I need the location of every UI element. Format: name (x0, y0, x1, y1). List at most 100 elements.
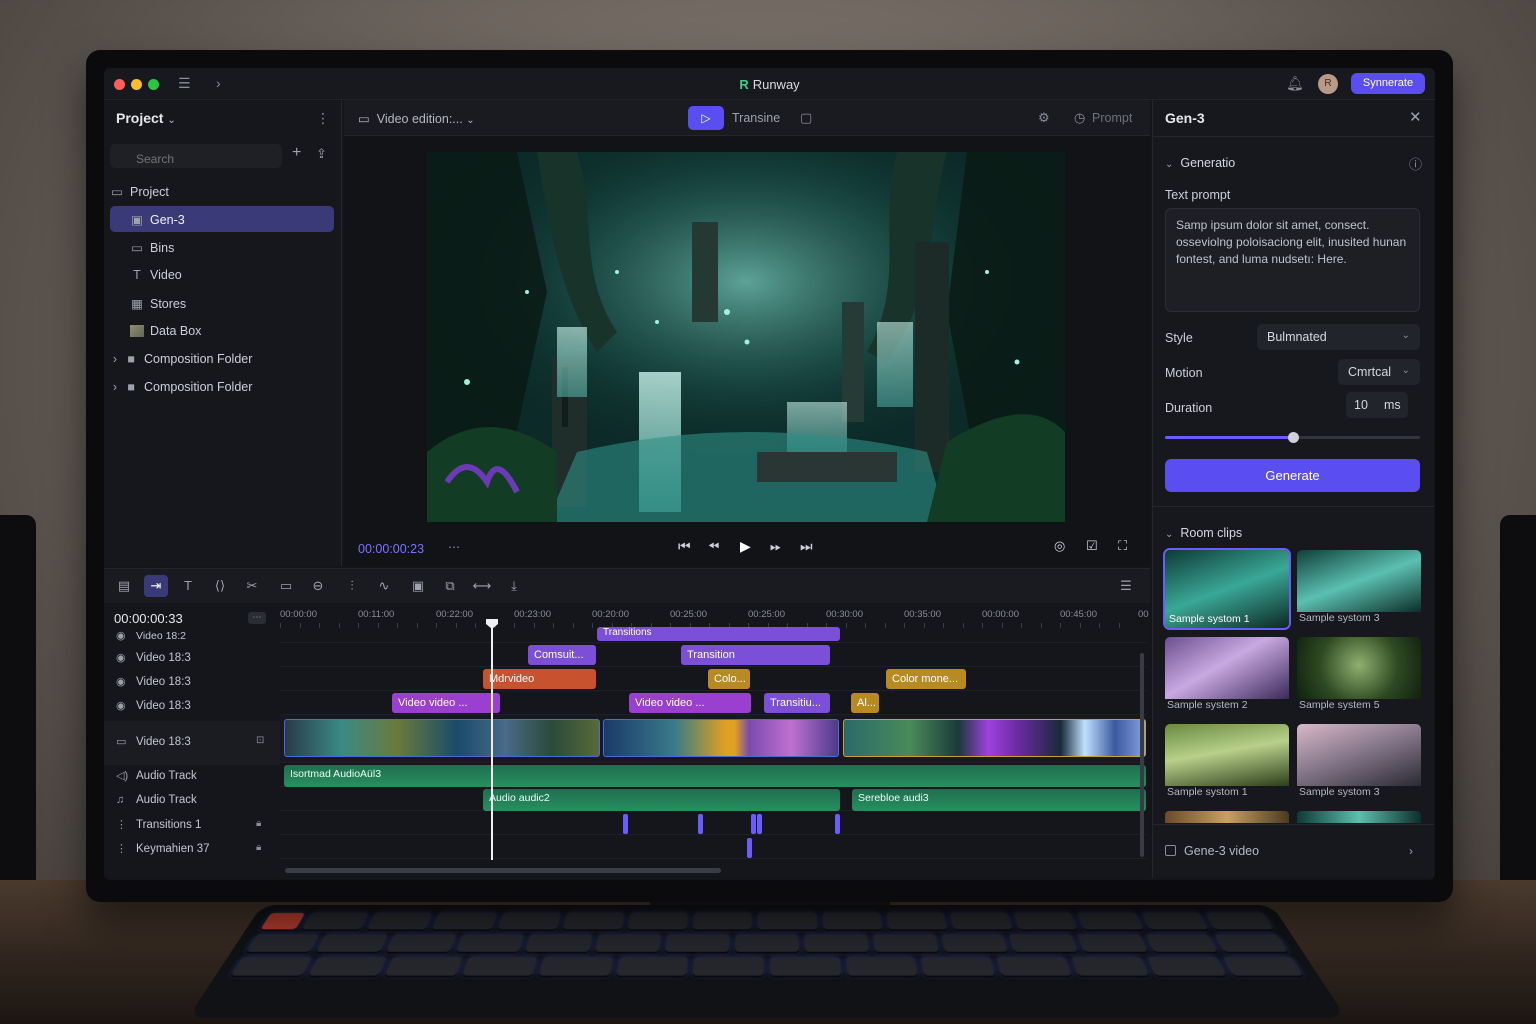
transition-marker[interactable] (751, 814, 756, 834)
room-clip-card[interactable]: Sample system 2 (1165, 637, 1289, 715)
playhead[interactable] (491, 623, 493, 860)
timeline-clip[interactable]: Video video ... (392, 693, 500, 713)
tree-item-bins[interactable]: ▭ Bins (110, 234, 334, 260)
track-header[interactable]: ◁) Audio Track (104, 769, 280, 782)
audio-clip[interactable]: Audio audic2 (483, 789, 840, 811)
track-header[interactable]: ◉ Video 18:3 (104, 699, 280, 712)
lock-icon[interactable]: ⊡ (256, 735, 264, 746)
camera-icon[interactable]: ◎ (1054, 538, 1065, 554)
generation-section-toggle[interactable]: ⌄ Generatio (1165, 156, 1235, 170)
speaker-icon[interactable]: ◁) (116, 769, 130, 782)
link-tool-icon[interactable]: ⊖ (306, 575, 330, 597)
timeline-clip[interactable]: Color mone... (886, 669, 966, 689)
chevron-right-icon[interactable]: › (1409, 844, 1413, 858)
eye-icon[interactable]: ◉ (116, 629, 130, 641)
room-clip-card[interactable]: Sample systom 3 (1297, 550, 1421, 628)
track-header[interactable]: ◉ Video 18:2 (104, 629, 280, 641)
eye-icon[interactable]: ◉ (116, 651, 130, 664)
chevron-right-icon[interactable]: › (110, 380, 120, 394)
skip-back-icon[interactable]: ⏮︎ (678, 538, 691, 555)
tree-item-project[interactable]: ▭ Project (110, 178, 334, 204)
room-clip-card[interactable]: Sample systom 1 (1165, 724, 1289, 802)
import-icon[interactable]: ⇪ (316, 146, 327, 162)
eye-icon[interactable]: ◉ (116, 675, 130, 688)
synnerate-button[interactable]: Synnerate (1351, 73, 1425, 94)
video-preview[interactable] (427, 152, 1065, 522)
tree-item-stores[interactable]: ▦ Stores (110, 290, 334, 316)
curve-tool-icon[interactable]: ∿ (372, 575, 396, 597)
play-button-icon[interactable]: ▶ (740, 538, 751, 555)
style-select[interactable]: Bulmnated ⌄ (1257, 324, 1420, 350)
tree-item-video[interactable]: T Video (110, 262, 334, 288)
tree-item-composition-folder-2[interactable]: › ■ Composition Folder (110, 374, 334, 400)
close-icon[interactable]: ✕ (1409, 108, 1422, 126)
video-clip-thumbnail-strip[interactable] (603, 719, 839, 757)
transition-marker[interactable] (835, 814, 840, 834)
transport-tab[interactable]: Transine (732, 111, 780, 125)
duration-field[interactable]: 10 ms (1346, 392, 1408, 418)
trim-tool-icon[interactable]: ⟨⟩ (208, 575, 232, 597)
timeline-horizontal-scrollbar[interactable] (285, 868, 721, 873)
layers-tool-icon[interactable]: ⧉ (438, 575, 462, 597)
room-clip-card[interactable]: Sample system 5 (1297, 637, 1421, 715)
fast-forward-icon[interactable]: ⏩︎ (770, 538, 781, 555)
transition-marker[interactable] (757, 814, 762, 834)
video-clip-thumbnail-strip[interactable] (843, 719, 1146, 757)
timeline-vertical-scrollbar[interactable] (1140, 653, 1144, 857)
more-horizontal-icon[interactable]: ⋯ (448, 540, 460, 554)
bell-icon[interactable]: 🔔︎ (1286, 75, 1304, 92)
track-header[interactable]: ♫ Audio Track (104, 794, 280, 806)
lock-icon[interactable]: 🔒︎ (256, 818, 261, 829)
avatar[interactable]: R (1318, 74, 1338, 94)
audio-clip[interactable]: Serebloe audi3 (852, 789, 1146, 811)
text-prompt-input[interactable]: Samp ipsum dolor sit amet, consect. osse… (1165, 208, 1420, 312)
marker-tool-icon[interactable]: ⟷ (470, 575, 494, 597)
transition-marker[interactable] (623, 814, 628, 834)
frame-tool-icon[interactable]: ▭ (274, 575, 298, 597)
rewind-icon[interactable]: ⏪︎ (708, 538, 719, 555)
text-tool-icon[interactable]: T (176, 575, 200, 597)
timeline-clip[interactable]: Colo... (708, 669, 750, 689)
room-clips-toggle[interactable]: ⌄ Room clips (1165, 526, 1242, 540)
frame-icon[interactable]: ▢ (800, 110, 812, 126)
track-header[interactable]: ▭ Video 18:3 ⊡ (104, 721, 280, 765)
keyframe-marker[interactable] (747, 838, 752, 858)
lock-icon[interactable]: 🔒︎ (256, 842, 261, 853)
checkbox[interactable] (1165, 845, 1176, 856)
split-tool-icon[interactable]: ⫶ (340, 575, 364, 597)
audio-clip[interactable]: Isortmad AudioAül3 (284, 765, 1146, 787)
room-clip-card[interactable]: Sample systom 1 (1165, 550, 1289, 628)
video-clip-thumbnail-strip[interactable] (284, 719, 600, 757)
timeline-clip[interactable]: Transitiu... (764, 693, 830, 713)
track-header[interactable]: ⋮ Keymahien 37 🔒︎ (104, 842, 280, 855)
add-icon[interactable]: + (292, 144, 301, 162)
info-icon[interactable]: ⓘ (1409, 154, 1422, 173)
skip-forward-icon[interactable]: ⏭︎ (800, 538, 813, 555)
media-icon[interactable]: ▤ (112, 575, 136, 597)
download-icon[interactable]: ⤓ (502, 575, 526, 597)
track-header[interactable]: ◉ Video 18:3 (104, 675, 280, 688)
selection-tool-icon[interactable]: ⇥ (144, 575, 168, 597)
slider-handle[interactable] (1288, 432, 1299, 443)
cut-tool-icon[interactable]: ✂ (240, 575, 264, 597)
safe-area-icon[interactable]: ☑ (1086, 538, 1098, 554)
timeline-clip[interactable]: Transition (681, 645, 830, 665)
timeline-clip[interactable]: Mdrvideo (483, 669, 596, 689)
search-input[interactable] (110, 144, 282, 168)
gear-icon[interactable]: ⚙ (1038, 110, 1050, 126)
transition-marker[interactable] (698, 814, 703, 834)
timeline-clip[interactable]: Al... (851, 693, 879, 713)
track-header[interactable]: ◉ Video 18:3 (104, 651, 280, 664)
eye-icon[interactable]: ◉ (116, 699, 130, 712)
motion-select[interactable]: Cmrtcal ⌄ (1338, 359, 1420, 385)
tree-item-composition-folder-1[interactable]: › ■ Composition Folder (110, 346, 334, 372)
crop-tool-icon[interactable]: ▣ (406, 575, 430, 597)
tree-item-gen-3[interactable]: ▣ Gen-3 (110, 206, 334, 232)
chevron-right-icon[interactable]: › (110, 352, 120, 366)
gen-3-video-checkbox[interactable]: Gene-3 video (1165, 844, 1259, 858)
track-header[interactable]: ⋮ Transitions 1 🔒︎ (104, 818, 280, 831)
duration-slider[interactable] (1165, 436, 1420, 439)
fullscreen-icon[interactable]: ⛶ (1118, 538, 1127, 554)
sequence-dropdown[interactable]: ▭ Video edition:... ⌄ (358, 111, 475, 126)
settings-sliders-icon[interactable]: ☰ (1114, 575, 1138, 597)
